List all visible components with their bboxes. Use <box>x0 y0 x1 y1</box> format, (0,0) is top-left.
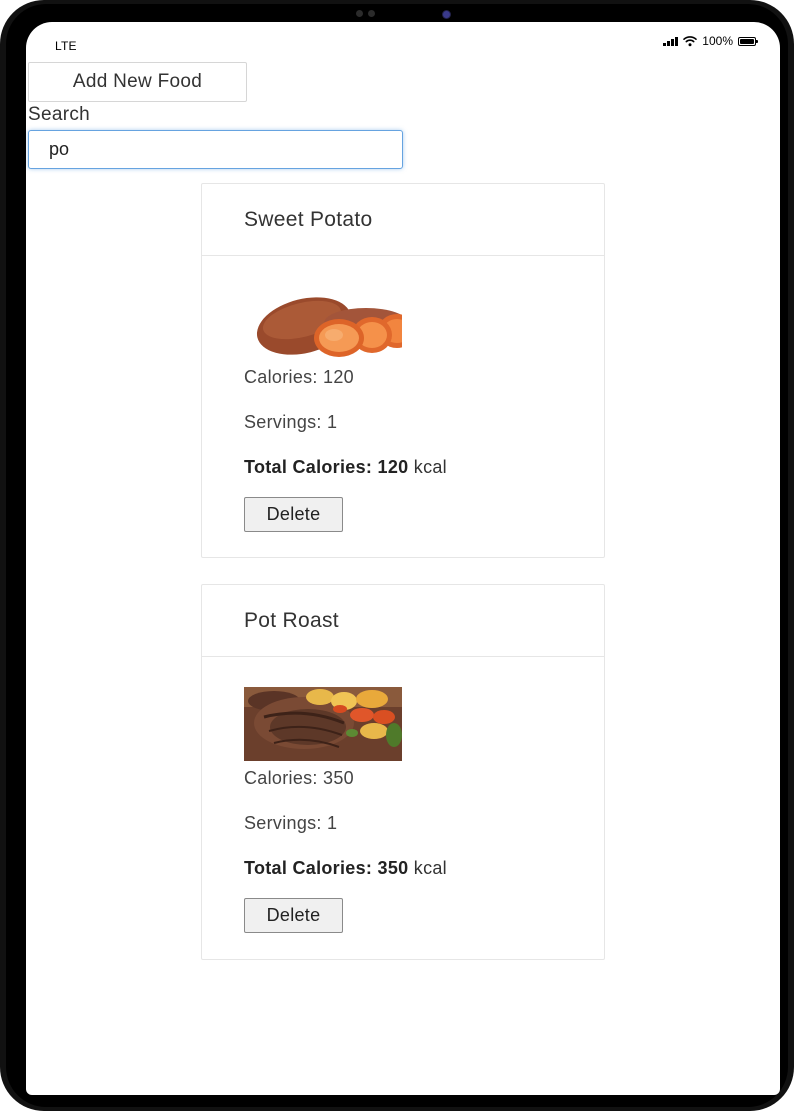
device-frame: LTE 100% Add New Food Search Sweet Potat… <box>0 0 794 1111</box>
battery-icon <box>738 36 758 46</box>
total-calories-value: 350 <box>377 858 409 878</box>
carrier-label: LTE <box>55 39 77 53</box>
status-indicators: 100% <box>663 34 758 48</box>
app-screen: LTE 100% Add New Food Search Sweet Potat… <box>26 22 780 1095</box>
total-calories-unit: kcal <box>413 457 447 477</box>
food-card: Pot Roast Calories: 350 Servings: 1 Tota… <box>201 584 605 960</box>
sensor-dots <box>356 10 375 17</box>
servings-text: Servings: 1 <box>244 412 338 432</box>
search-label: Search <box>28 104 91 125</box>
food-card: Sweet Potato Calories: 120 Servings: 1 T… <box>201 183 605 558</box>
delete-button[interactable]: Delete <box>244 898 343 933</box>
calories-text: Calories: 120 <box>244 367 354 387</box>
search-input[interactable] <box>28 130 403 169</box>
total-calories-label: Total Calories: <box>244 858 373 878</box>
signal-icon <box>663 36 679 46</box>
device-bezel: LTE 100% Add New Food Search Sweet Potat… <box>6 4 788 1107</box>
delete-button[interactable]: Delete <box>244 497 343 532</box>
wifi-icon <box>683 36 698 47</box>
food-name: Sweet Potato <box>202 184 604 256</box>
pot-roast-image <box>244 687 402 761</box>
total-calories: Total Calories: 350 kcal <box>244 857 562 879</box>
total-calories-label: Total Calories: <box>244 457 373 477</box>
food-name: Pot Roast <box>202 585 604 657</box>
food-card-body: Calories: 120 Servings: 1 Total Calories… <box>202 256 604 532</box>
add-new-food-button[interactable]: Add New Food <box>28 62 247 102</box>
servings-text: Servings: 1 <box>244 813 338 833</box>
battery-percent: 100% <box>702 34 733 48</box>
total-calories-unit: kcal <box>413 858 447 878</box>
total-calories: Total Calories: 120 kcal <box>244 456 562 478</box>
sweet-potato-image <box>244 286 402 360</box>
front-camera <box>443 11 450 18</box>
total-calories-value: 120 <box>377 457 409 477</box>
calories-text: Calories: 350 <box>244 768 354 788</box>
food-card-body: Calories: 350 Servings: 1 Total Calories… <box>202 657 604 933</box>
